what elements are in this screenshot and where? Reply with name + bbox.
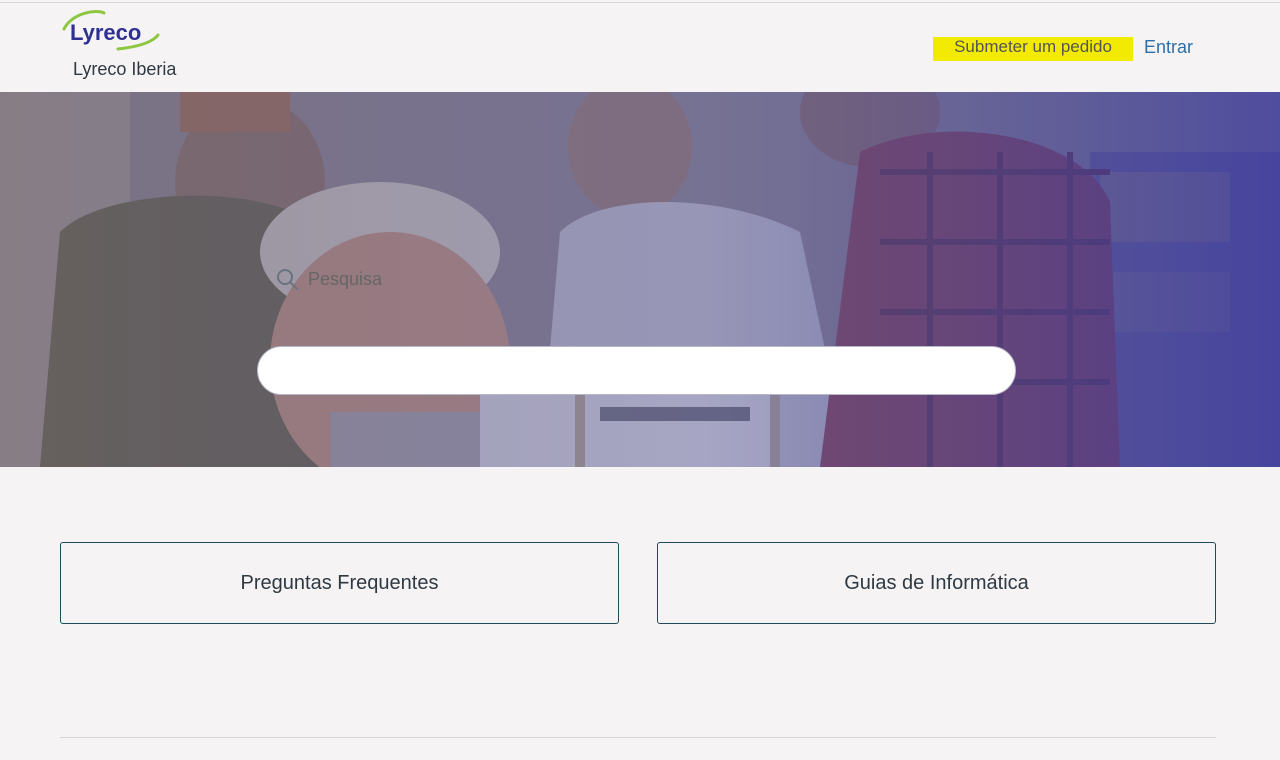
- brand-name: Lyreco Iberia: [73, 59, 177, 79]
- sign-in-link[interactable]: Entrar: [1144, 37, 1193, 57]
- category-card-it-guides[interactable]: Guias de Informática: [657, 542, 1216, 624]
- search-input[interactable]: [308, 266, 988, 292]
- logo-link[interactable]: Lyreco: [58, 9, 162, 55]
- search-box: [257, 346, 1016, 395]
- category-card-faq[interactable]: Preguntas Frequentes: [60, 542, 619, 624]
- submit-request-link[interactable]: Submeter um pedido: [933, 37, 1133, 61]
- footer-divider: [60, 737, 1216, 738]
- lyreco-logo: Lyreco: [62, 10, 160, 51]
- search-icon[interactable]: [275, 267, 299, 291]
- site-header: Lyreco Lyreco Iberia Submeter um pedido …: [0, 3, 1280, 92]
- svg-text:Lyreco: Lyreco: [70, 20, 141, 45]
